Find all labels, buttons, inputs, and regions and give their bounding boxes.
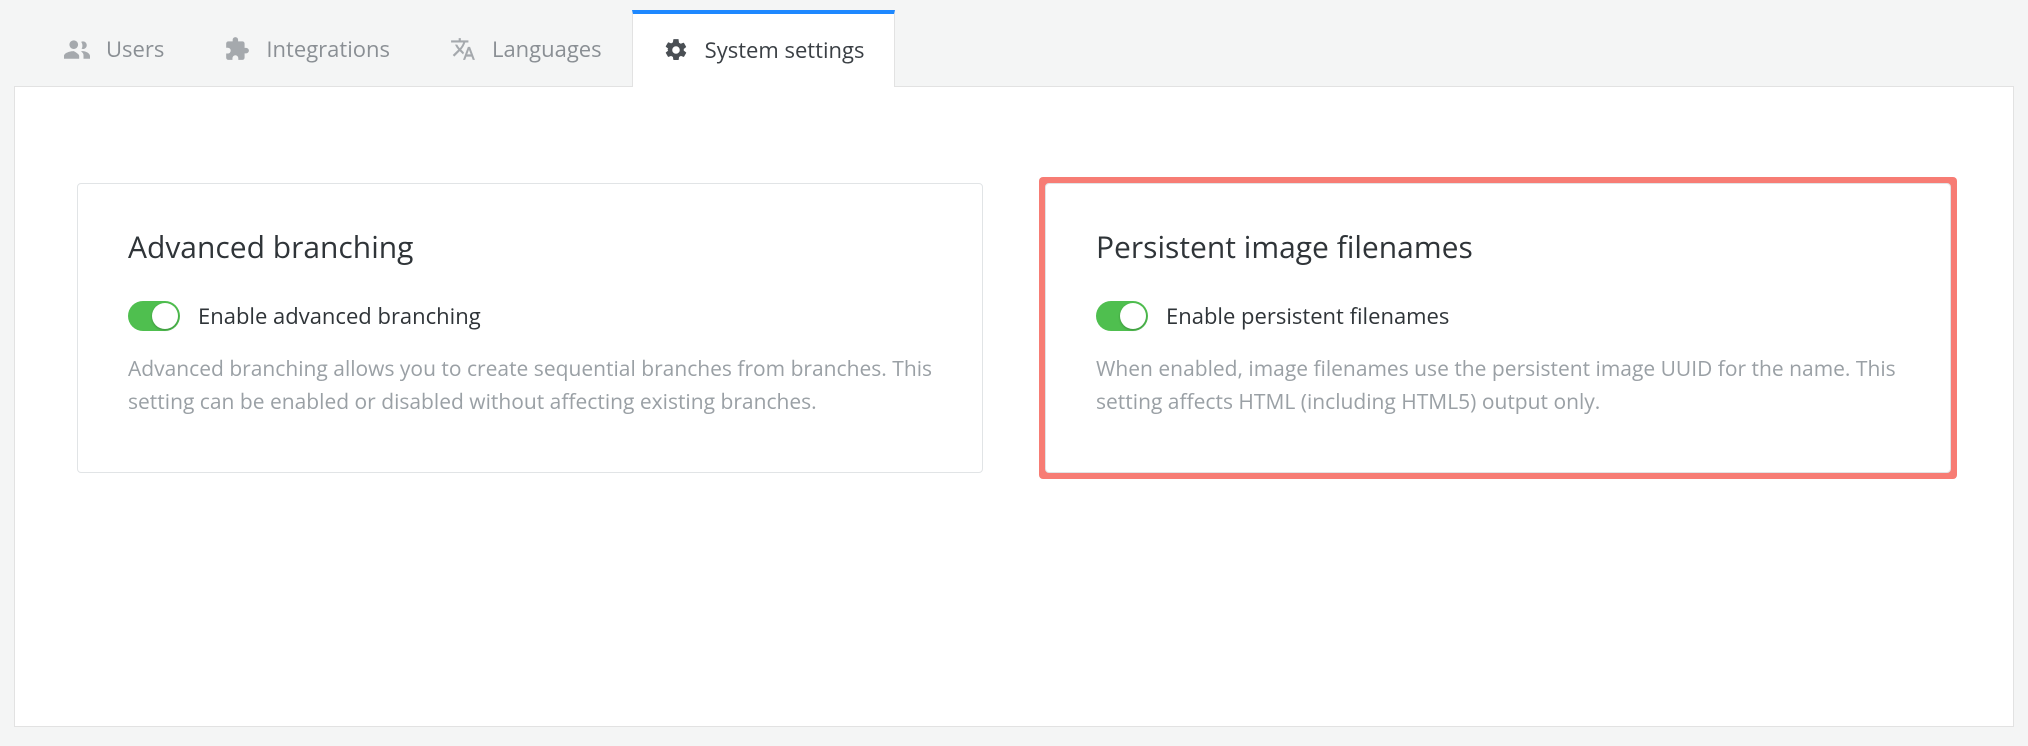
tab-label: Integrations bbox=[266, 34, 390, 64]
tab-languages[interactable]: Languages bbox=[420, 10, 632, 86]
toggle-knob bbox=[1120, 303, 1146, 329]
card-title: Advanced branching bbox=[128, 226, 932, 267]
gear-icon bbox=[663, 37, 689, 63]
tabs-bar: Users Integrations Languages System sett… bbox=[14, 10, 2014, 87]
language-icon bbox=[450, 36, 476, 62]
tab-system-settings[interactable]: System settings bbox=[632, 10, 896, 87]
toggle-label: Enable advanced branching bbox=[198, 301, 481, 331]
card-persistent-filenames-wrap: Persistent image filenames Enable persis… bbox=[1039, 177, 1957, 479]
tab-label: Users bbox=[106, 34, 164, 64]
toggle-advanced-branching[interactable] bbox=[128, 301, 180, 331]
card-title: Persistent image filenames bbox=[1096, 226, 1900, 267]
card-advanced-branching-wrap: Advanced branching Enable advanced branc… bbox=[71, 177, 989, 479]
puzzle-icon bbox=[224, 36, 250, 62]
card-advanced-branching: Advanced branching Enable advanced branc… bbox=[77, 183, 983, 473]
toggle-knob bbox=[152, 303, 178, 329]
toggle-label: Enable persistent filenames bbox=[1166, 301, 1449, 331]
card-description: Advanced branching allows you to create … bbox=[128, 353, 932, 418]
tab-users[interactable]: Users bbox=[34, 10, 194, 86]
card-description: When enabled, image filenames use the pe… bbox=[1096, 353, 1900, 418]
tab-integrations[interactable]: Integrations bbox=[194, 10, 420, 86]
settings-panel: Advanced branching Enable advanced branc… bbox=[14, 87, 2014, 727]
tab-label: Languages bbox=[492, 34, 602, 64]
tab-label: System settings bbox=[705, 35, 865, 65]
users-icon bbox=[64, 36, 90, 62]
toggle-persistent-filenames[interactable] bbox=[1096, 301, 1148, 331]
card-persistent-filenames: Persistent image filenames Enable persis… bbox=[1045, 183, 1951, 473]
